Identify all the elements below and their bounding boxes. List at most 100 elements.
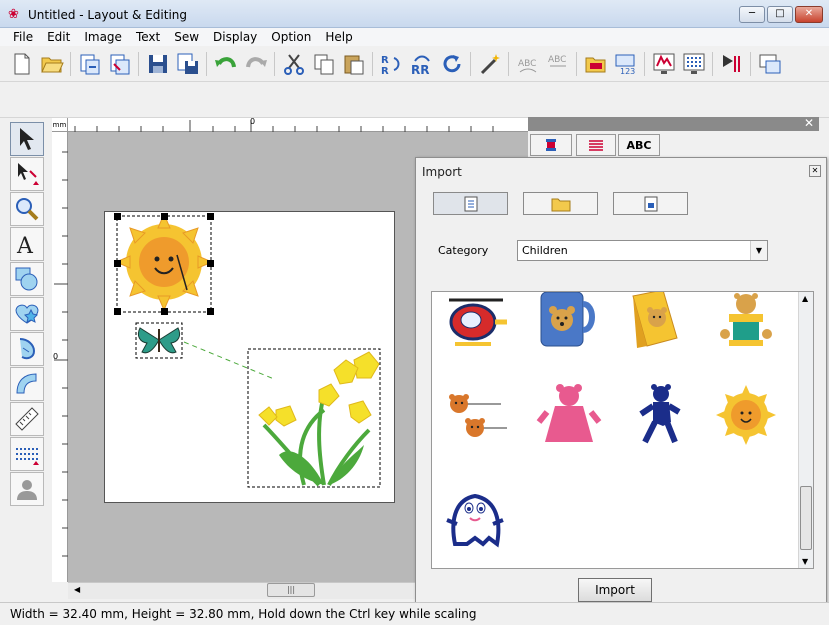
import-dialog-close-button[interactable]: ✕: [809, 165, 821, 177]
menu-help[interactable]: Help: [318, 28, 359, 46]
window-title: Untitled - Layout & Editing: [28, 8, 187, 22]
ruler-zero-label: 0: [250, 117, 256, 126]
magic-wand-icon[interactable]: [476, 50, 504, 78]
svg-text:RR: RR: [411, 63, 429, 76]
save-icon[interactable]: [144, 50, 172, 78]
sun-design[interactable]: [114, 212, 214, 315]
auto-punch-icon[interactable]: [10, 332, 44, 366]
main-toolbar: RR RR ABC ABC 123: [0, 46, 829, 82]
maximize-button[interactable]: □: [767, 6, 793, 23]
folder-icon: [551, 198, 570, 211]
card-icon: [644, 196, 657, 211]
title-bar: ❀ Untitled - Layout & Editing ─ □ ✕: [0, 0, 829, 28]
import-icon[interactable]: [76, 50, 104, 78]
sewing-order-icon[interactable]: 123: [612, 50, 640, 78]
text-arrange-icon[interactable]: ABC: [514, 50, 542, 78]
stitch-simulator-icon[interactable]: [680, 50, 708, 78]
cut-icon[interactable]: [280, 50, 308, 78]
paste-icon[interactable]: [340, 50, 368, 78]
menu-bar: File Edit Image Text Sew Display Option …: [0, 28, 829, 46]
text-icon[interactable]: A: [10, 227, 44, 261]
stamp-shapes-icon[interactable]: [10, 297, 44, 331]
rotate-icon[interactable]: [438, 50, 466, 78]
gallery-item-bear-book[interactable]: [620, 292, 696, 358]
svg-text:A: A: [16, 234, 34, 257]
pattern-list-icon: [464, 196, 477, 211]
stitch-fill-icon: [589, 140, 603, 151]
save-as-icon[interactable]: [174, 50, 202, 78]
undo-icon[interactable]: [212, 50, 240, 78]
app-icon: ❀: [8, 7, 19, 22]
import-button[interactable]: Import: [578, 578, 652, 602]
from-folder-button[interactable]: [523, 192, 598, 215]
menu-edit[interactable]: Edit: [40, 28, 77, 46]
chevron-down-icon[interactable]: ▼: [750, 241, 767, 260]
gallery-item-bear-pins[interactable]: [438, 380, 514, 450]
preview-icon[interactable]: [650, 50, 678, 78]
gallery-scroll-thumb[interactable]: [800, 486, 812, 550]
hoop-settings-icon[interactable]: [582, 50, 610, 78]
mirror-vertical-icon[interactable]: RR: [408, 50, 436, 78]
menu-display[interactable]: Display: [206, 28, 264, 46]
from-card-button[interactable]: [613, 192, 688, 215]
status-bar: Width = 32.40 mm, Height = 32.80 mm, Hol…: [0, 602, 829, 625]
gallery-item-sun[interactable]: [708, 380, 784, 450]
design-property-icon[interactable]: [756, 50, 784, 78]
gallery-item-blue-bear[interactable]: [620, 380, 696, 450]
design-objects: [114, 212, 381, 488]
gallery-item-ghost[interactable]: [438, 482, 514, 552]
photo-stitch-icon[interactable]: [10, 472, 44, 506]
category-label: Category: [438, 244, 489, 257]
point-edit-icon[interactable]: [10, 157, 44, 191]
new-file-icon[interactable]: [8, 50, 36, 78]
sub-toolbar-area: [0, 82, 829, 118]
tab-sew-type[interactable]: [576, 134, 616, 156]
gallery-item-helicopter[interactable]: [438, 292, 514, 358]
from-pattern-list-button[interactable]: [433, 192, 508, 215]
outline-shapes-icon[interactable]: [10, 262, 44, 296]
svg-text:ABC: ABC: [548, 55, 566, 65]
status-text: Width = 32.40 mm, Height = 32.80 mm, Hol…: [10, 607, 477, 621]
close-button[interactable]: ✕: [795, 6, 823, 23]
import-dialog: Import ✕ Category Children ▼ ▲ ▼ Import: [415, 157, 827, 613]
measure-icon[interactable]: [10, 402, 44, 436]
svg-text:123: 123: [620, 67, 635, 76]
copy-icon[interactable]: [310, 50, 338, 78]
right-panel-close-icon[interactable]: ✕: [804, 116, 814, 130]
svg-text:R: R: [381, 55, 389, 66]
tab-thread-color[interactable]: [530, 134, 572, 156]
minimize-button[interactable]: ─: [739, 6, 765, 23]
scroll-up-arrow-icon[interactable]: ▲: [802, 294, 808, 303]
export-icon[interactable]: [106, 50, 134, 78]
zoom-icon[interactable]: [10, 192, 44, 226]
scroll-down-arrow-icon[interactable]: ▼: [802, 557, 808, 566]
redo-icon[interactable]: [242, 50, 270, 78]
category-select[interactable]: Children ▼: [517, 240, 768, 261]
left-tool-strip: A: [8, 120, 46, 508]
flower-design[interactable]: [247, 348, 381, 488]
design-center-icon[interactable]: [10, 367, 44, 401]
butterfly-design[interactable]: [135, 322, 275, 380]
menu-text[interactable]: Text: [129, 28, 167, 46]
import-dialog-title: Import: [422, 165, 462, 179]
open-folder-icon[interactable]: [38, 50, 66, 78]
gallery-item-bear-mug[interactable]: [530, 292, 606, 358]
select-arrow-icon[interactable]: [10, 122, 44, 156]
stitch-pattern-icon[interactable]: [10, 437, 44, 471]
scroll-left-arrow-icon[interactable]: ◀: [74, 585, 80, 594]
horizontal-scroll-thumb[interactable]: |||: [267, 583, 315, 597]
menu-image[interactable]: Image: [77, 28, 129, 46]
write-to-card-icon[interactable]: [718, 50, 746, 78]
menu-file[interactable]: File: [6, 28, 40, 46]
menu-option[interactable]: Option: [264, 28, 318, 46]
tab-text[interactable]: ABC: [618, 134, 660, 156]
menu-sew[interactable]: Sew: [167, 28, 206, 46]
gallery-item-pink-bear[interactable]: [530, 380, 606, 450]
thread-spool-icon: [546, 139, 556, 151]
mirror-horizontal-icon[interactable]: RR: [378, 50, 406, 78]
category-value: Children: [522, 244, 568, 257]
gallery-item-bear-spool[interactable]: [708, 292, 784, 358]
text-unarrange-icon[interactable]: ABC: [544, 50, 572, 78]
ruler-unit: mm: [52, 118, 68, 132]
design-gallery: ▲ ▼: [431, 291, 814, 569]
